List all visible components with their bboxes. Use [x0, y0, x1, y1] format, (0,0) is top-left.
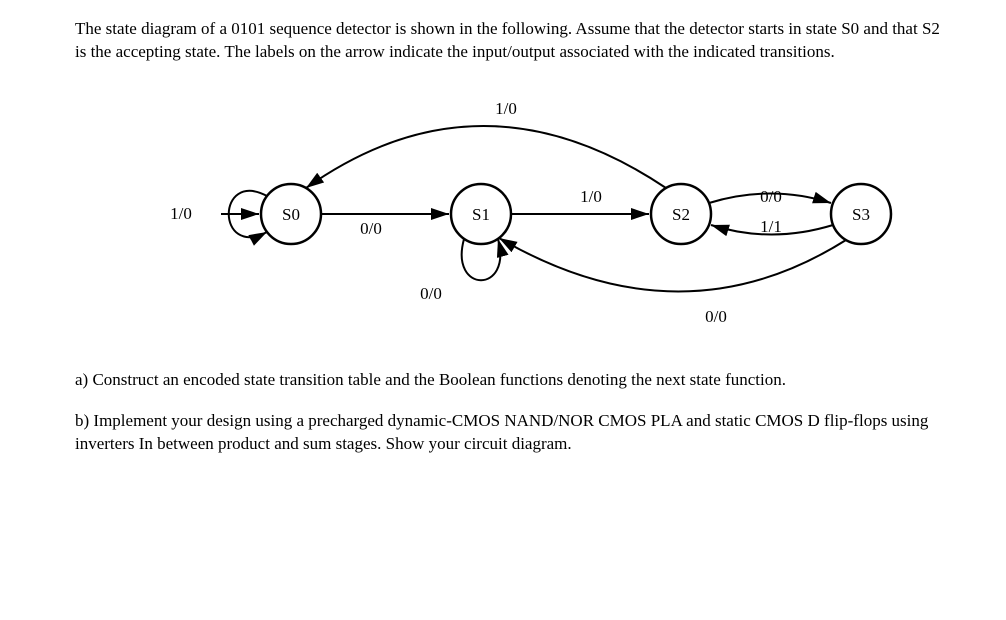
question-a: a) Construct an encoded state transition… — [75, 369, 946, 392]
state-diagram: S0 S1 S2 S3 1/0 0/0 0/0 1/0 1/0 0/0 1/1 … — [121, 84, 901, 344]
label-s1-s2: 1/0 — [580, 187, 602, 206]
label-s2-s3: 0/0 — [760, 187, 782, 206]
state-s2-label: S2 — [672, 205, 690, 224]
transition-s3-s1 — [499, 238, 846, 292]
label-s2-s0: 1/0 — [495, 99, 517, 118]
state-s0-label: S0 — [282, 205, 300, 224]
state-s3-label: S3 — [852, 205, 870, 224]
label-s3-s2: 1/1 — [760, 217, 782, 236]
problem-intro: The state diagram of a 0101 sequence det… — [75, 18, 946, 64]
question-b: b) Implement your design using a prechar… — [75, 410, 946, 456]
transition-s2-s0 — [306, 126, 666, 188]
label-s3-s1: 0/0 — [705, 307, 727, 326]
label-s0-loop: 1/0 — [170, 204, 192, 223]
label-s1-loop: 0/0 — [420, 284, 442, 303]
state-s1-label: S1 — [472, 205, 490, 224]
label-s0-s1: 0/0 — [360, 219, 382, 238]
